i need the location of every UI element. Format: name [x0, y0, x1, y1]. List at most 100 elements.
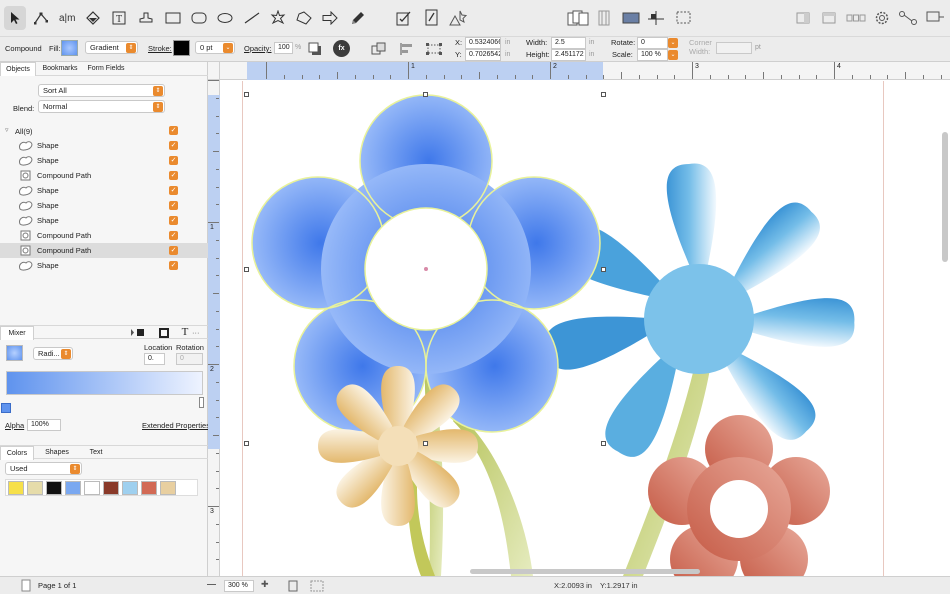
gradient-type-select[interactable]: Radi... ⇕	[33, 347, 73, 360]
stroke-mode-icon[interactable]	[157, 327, 171, 338]
ellipse-tool-icon[interactable]	[215, 6, 235, 30]
tab-shapes[interactable]: Shapes	[39, 446, 75, 460]
extended-properties-link[interactable]: Extended Properties	[142, 421, 210, 430]
horizontal-scrollbar-thumb[interactable]	[470, 569, 700, 574]
shadow-icon[interactable]	[305, 39, 325, 59]
zoom-out-button[interactable]: —	[207, 579, 216, 589]
rectangle-tool-icon[interactable]	[163, 6, 183, 30]
cream-flower[interactable]	[318, 366, 478, 526]
edit-form-tool-icon[interactable]	[394, 6, 414, 30]
line-tool-icon[interactable]	[242, 6, 262, 30]
tree-row-visible-checkbox[interactable]: ✓	[169, 231, 178, 240]
tree-row-visible-checkbox[interactable]: ✓	[169, 246, 178, 255]
more-options-icon[interactable]: ···	[192, 328, 200, 337]
columns-icon[interactable]	[595, 6, 613, 30]
fill-swatch[interactable]	[61, 40, 78, 56]
rounded-rectangle-tool-icon[interactable]	[189, 6, 209, 30]
tree-row[interactable]: Shape ✓	[0, 213, 208, 228]
tree-row-visible-checkbox[interactable]: ✓	[169, 141, 178, 150]
color-swatch[interactable]	[27, 481, 43, 495]
color-swatch[interactable]	[65, 481, 81, 495]
color-swatch[interactable]	[84, 481, 100, 495]
disclosure-triangle-icon[interactable]: ▿	[5, 126, 9, 134]
gradient-type-swatch[interactable]	[6, 345, 23, 361]
tree-row[interactable]: Shape ✓	[0, 258, 208, 273]
tab-mixer[interactable]: Mixer	[0, 326, 34, 340]
align-objects-icon[interactable]	[397, 39, 417, 59]
tree-row-visible-checkbox[interactable]: ✓	[169, 186, 178, 195]
tree-row[interactable]: Compound Path ✓	[0, 168, 208, 183]
tree-row-visible-checkbox[interactable]: ✓	[169, 171, 178, 180]
fit-width-icon[interactable]	[309, 578, 325, 593]
horizontal-ruler[interactable]: 12345	[220, 62, 950, 80]
stroke-swatch[interactable]	[173, 40, 190, 56]
star-tool-icon[interactable]	[268, 6, 288, 30]
pages-icon[interactable]	[566, 6, 590, 30]
zoom-input[interactable]: 300 %	[224, 580, 254, 592]
tree-row[interactable]: Shape ✓	[0, 198, 208, 213]
tab-text[interactable]: Text	[79, 446, 113, 460]
sort-select[interactable]: Sort All ⇕	[38, 84, 165, 97]
fill-mode-icon[interactable]	[129, 327, 147, 338]
tab-objects[interactable]: Objects	[0, 62, 36, 76]
corner-width-input[interactable]	[716, 42, 752, 54]
rotation-input[interactable]: 0	[176, 353, 203, 365]
width-input[interactable]: 2.5	[551, 37, 586, 49]
tree-root[interactable]: ▿ All(9) ✓	[0, 123, 208, 138]
gradient-stop-end[interactable]	[199, 397, 204, 408]
vertical-ruler[interactable]: 1 2 3	[208, 80, 220, 576]
thumbnails-icon[interactable]	[845, 6, 867, 30]
background-icon[interactable]	[620, 6, 642, 30]
tree-row-visible-checkbox[interactable]: ✓	[169, 201, 178, 210]
stamp-tool-icon[interactable]	[136, 6, 156, 30]
arrow-tool-icon[interactable]	[320, 6, 340, 30]
tree-row[interactable]: Shape ✓	[0, 138, 208, 153]
connections-icon[interactable]	[897, 6, 919, 30]
color-swatch[interactable]	[141, 481, 157, 495]
fill-type-select[interactable]: Gradient ⇕	[85, 41, 138, 54]
gradient-bar[interactable]	[6, 371, 203, 395]
x-input[interactable]: 0.5324066	[465, 37, 501, 49]
fill-tool-icon[interactable]	[83, 6, 103, 30]
presentation-icon[interactable]	[924, 6, 946, 30]
color-swatch[interactable]	[160, 481, 176, 495]
settings-gear-icon[interactable]	[872, 6, 892, 30]
text-box-tool-icon[interactable]: T	[109, 6, 129, 30]
color-swatch[interactable]	[103, 481, 119, 495]
tree-root-visible-checkbox[interactable]: ✓	[169, 126, 178, 135]
opacity-input[interactable]: 100	[274, 42, 293, 54]
scale-input[interactable]: 100 %	[637, 49, 668, 61]
zoom-in-button[interactable]: ✚	[261, 579, 269, 590]
tab-colors[interactable]: Colors	[0, 446, 34, 460]
stroke-width-select[interactable]: 0 pt ⌄	[195, 41, 235, 54]
vertical-scrollbar-thumb[interactable]	[942, 132, 948, 262]
tree-row[interactable]: Shape ✓	[0, 153, 208, 168]
arrange-icon[interactable]	[369, 39, 389, 59]
y-input[interactable]: 0.7026542	[465, 49, 501, 61]
shapes-library-icon[interactable]	[447, 6, 469, 30]
rotate-input[interactable]: 0	[637, 37, 668, 49]
tree-row[interactable]: Shape ✓	[0, 183, 208, 198]
canvas-area[interactable]: 12345 123	[208, 62, 950, 576]
align-icon[interactable]	[645, 6, 667, 30]
height-input[interactable]: 2.451172	[551, 49, 586, 61]
gradient-stop-start[interactable]	[1, 403, 11, 413]
document-edit-icon[interactable]	[422, 6, 442, 30]
alpha-input[interactable]: 100%	[27, 419, 61, 431]
sidebar-left-icon[interactable]	[794, 6, 812, 30]
fit-page-icon[interactable]	[286, 578, 300, 593]
text-on-path-tool-icon[interactable]: a|m	[56, 6, 78, 30]
tree-row[interactable]: Compound Path ✓	[0, 243, 208, 258]
scale-chevron-icon[interactable]: ⌄	[668, 50, 678, 60]
tree-row-visible-checkbox[interactable]: ✓	[169, 261, 178, 270]
polygon-tool-icon[interactable]	[294, 6, 314, 30]
color-swatch[interactable]	[8, 481, 24, 495]
text-mode-icon[interactable]: T	[179, 326, 191, 338]
tree-row[interactable]: Compound Path ✓	[0, 228, 208, 243]
tree-row-visible-checkbox[interactable]: ✓	[169, 216, 178, 225]
transform-bounds-icon[interactable]	[423, 39, 445, 59]
tab-bookmarks[interactable]: Bookmarks	[38, 62, 82, 76]
document-page[interactable]	[242, 81, 884, 576]
color-swatch[interactable]	[122, 481, 138, 495]
color-swatch[interactable]	[46, 481, 62, 495]
